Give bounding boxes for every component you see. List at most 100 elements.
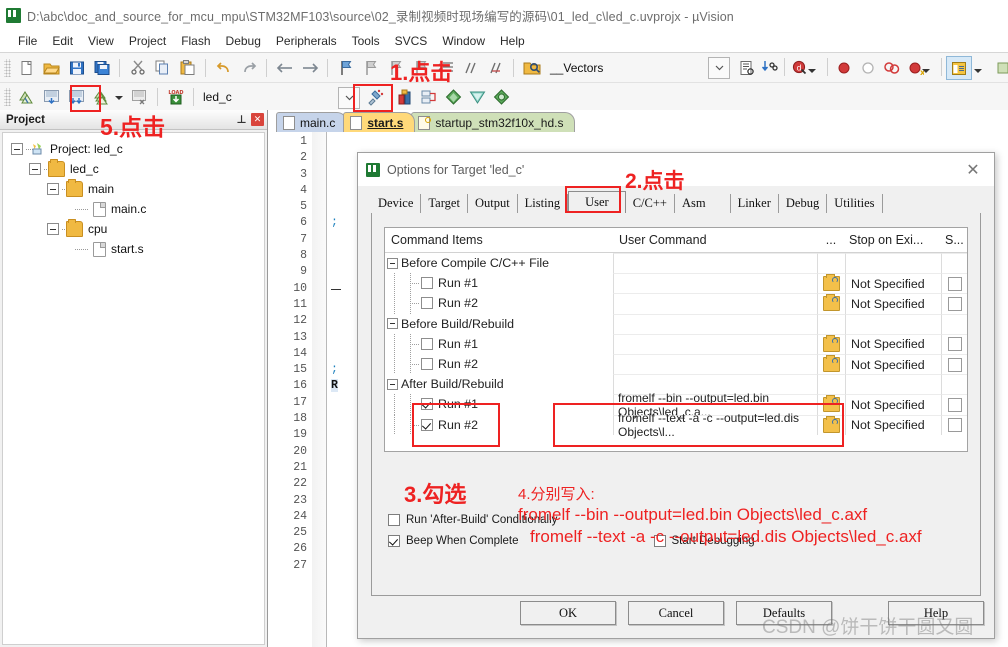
menu-tools[interactable]: Tools <box>352 34 380 48</box>
row-spawn-checkbox[interactable] <box>947 337 962 352</box>
row-stop-cell[interactable]: Not Specified <box>845 293 941 314</box>
uncomment-icon[interactable] <box>484 57 507 79</box>
pin-icon[interactable]: ⊥ <box>235 113 248 126</box>
bookmark-next-icon[interactable] <box>384 57 407 79</box>
menu-svcs[interactable]: SVCS <box>395 34 428 48</box>
checkbox[interactable] <box>388 513 400 526</box>
tab-device[interactable]: Device <box>371 194 422 214</box>
tree-expander[interactable] <box>47 183 59 195</box>
group-expander[interactable] <box>387 257 398 269</box>
tab-user[interactable]: User <box>568 191 626 215</box>
menu-project[interactable]: Project <box>129 34 166 48</box>
rebuild-icon[interactable] <box>65 86 88 108</box>
paste-icon[interactable] <box>176 57 199 79</box>
tab-target[interactable]: Target <box>421 194 468 214</box>
row-checkbox[interactable] <box>421 277 433 290</box>
browse-folder-icon[interactable] <box>823 355 840 373</box>
table-row[interactable]: Run #2 Not Specified <box>385 293 967 314</box>
close-icon[interactable]: ✕ <box>956 157 990 183</box>
batch-build-dropdown-arrow[interactable] <box>115 90 123 104</box>
navigate-forward-icon[interactable] <box>298 57 321 79</box>
more-toolbar-icon[interactable] <box>991 57 1008 79</box>
bookmark-clear-icon[interactable] <box>409 57 432 79</box>
row-spawn-checkbox[interactable] <box>947 357 962 372</box>
build-icon[interactable] <box>40 86 63 108</box>
row-stop-cell[interactable]: Not Specified <box>845 333 941 354</box>
navigate-back-icon[interactable] <box>273 57 296 79</box>
manage-runtime-icon[interactable] <box>466 86 489 108</box>
debug-dropdown-arrow[interactable] <box>808 63 816 77</box>
breakpoint-icon[interactable] <box>832 57 855 79</box>
table-row[interactable]: Before Compile C/C++ File <box>385 253 967 274</box>
target-dropdown-arrow[interactable] <box>338 87 360 109</box>
help-button[interactable]: Help <box>888 601 984 625</box>
user-commands-grid[interactable]: Command Items User Command ... Stop on E… <box>384 227 968 452</box>
tab-main-c[interactable]: main.c <box>276 112 348 132</box>
tree-expander[interactable] <box>11 143 23 155</box>
row-command[interactable]: fromelf --text -a -c --output=led.dis Ob… <box>613 411 817 439</box>
tab-linker[interactable]: Linker <box>731 194 779 214</box>
row-command[interactable] <box>613 353 817 375</box>
tree-item-project[interactable]: Project: led_c <box>7 139 264 159</box>
vectors-dropdown-arrow[interactable] <box>708 57 730 79</box>
svcs-icon[interactable] <box>490 86 513 108</box>
stop-build-icon[interactable] <box>128 86 151 108</box>
row-checkbox[interactable] <box>421 297 433 310</box>
close-icon[interactable]: ✕ <box>251 113 264 126</box>
tree-item-target[interactable]: led_c <box>7 159 264 179</box>
breakpoint-dropdown-arrow[interactable] <box>922 63 930 77</box>
row-command[interactable] <box>613 293 817 314</box>
row-spawn-checkbox[interactable] <box>947 276 962 291</box>
pack-installer-icon[interactable] <box>442 86 465 108</box>
checkbox[interactable] <box>388 534 400 547</box>
bookmark-toggle-icon[interactable] <box>334 57 357 79</box>
browse-folder-icon[interactable] <box>823 294 840 312</box>
table-row[interactable]: Run #1 Not Specified <box>385 273 967 294</box>
new-file-icon[interactable] <box>15 57 38 79</box>
menu-file[interactable]: File <box>18 34 37 48</box>
copy-icon[interactable] <box>151 57 174 79</box>
row-checkbox[interactable] <box>421 358 433 371</box>
tree-item-file-mainc[interactable]: main.c <box>7 199 264 219</box>
breakpoint-disable-all-icon[interactable] <box>880 57 903 79</box>
tab-output[interactable]: Output <box>468 194 518 214</box>
browse-folder-icon[interactable] <box>823 334 840 352</box>
tree-expander[interactable] <box>47 223 59 235</box>
indent-icon[interactable] <box>434 57 457 79</box>
row-checkbox[interactable] <box>421 337 433 350</box>
tab-utilities[interactable]: Utilities <box>827 194 883 214</box>
save-icon[interactable] <box>65 57 88 79</box>
tree-item-group-main[interactable]: main <box>7 179 264 199</box>
tree-expander[interactable] <box>29 163 41 175</box>
tree-item-group-cpu[interactable]: cpu <box>7 219 264 239</box>
tab-debug[interactable]: Debug <box>779 194 828 214</box>
ok-button[interactable]: OK <box>520 601 616 625</box>
checkbox[interactable] <box>653 534 666 547</box>
table-row[interactable]: Run #1 Not Specified <box>385 333 967 355</box>
row-command[interactable] <box>613 313 817 334</box>
browse-folder-icon[interactable] <box>823 415 840 433</box>
open-file-icon[interactable] <box>40 57 63 79</box>
menu-edit[interactable]: Edit <box>52 34 73 48</box>
save-all-icon[interactable] <box>90 57 113 79</box>
table-row[interactable]: Run #2 Not Specified <box>385 353 967 375</box>
tab-asm[interactable]: Asm <box>675 194 731 214</box>
row-spawn-checkbox[interactable] <box>947 296 962 311</box>
browse-folder-icon[interactable] <box>823 274 840 292</box>
tree-item-file-starts[interactable]: start.s <box>7 239 264 259</box>
menu-help[interactable]: Help <box>500 34 525 48</box>
row-stop-cell[interactable]: Not Specified <box>845 273 941 294</box>
row-stop-cell[interactable]: Not Specified <box>845 353 941 375</box>
row-command[interactable] <box>613 273 817 294</box>
row-spawn-checkbox[interactable] <box>947 397 962 412</box>
row-command[interactable] <box>613 333 817 354</box>
tab-startup-stm32f10x-hd-s[interactable]: startup_stm32f10x_hd.s <box>411 112 576 132</box>
comment-icon[interactable] <box>459 57 482 79</box>
window-layout-icon[interactable] <box>946 56 972 80</box>
browse-folder-icon[interactable] <box>823 395 840 413</box>
batch-build-icon[interactable] <box>90 86 113 108</box>
row-command[interactable] <box>613 253 817 274</box>
menu-debug[interactable]: Debug <box>226 34 261 48</box>
option-start-debugging[interactable]: Start Debugging <box>653 534 755 547</box>
option-run-after-build-conditionally[interactable]: Run 'After-Build' Conditionally <box>388 509 988 530</box>
